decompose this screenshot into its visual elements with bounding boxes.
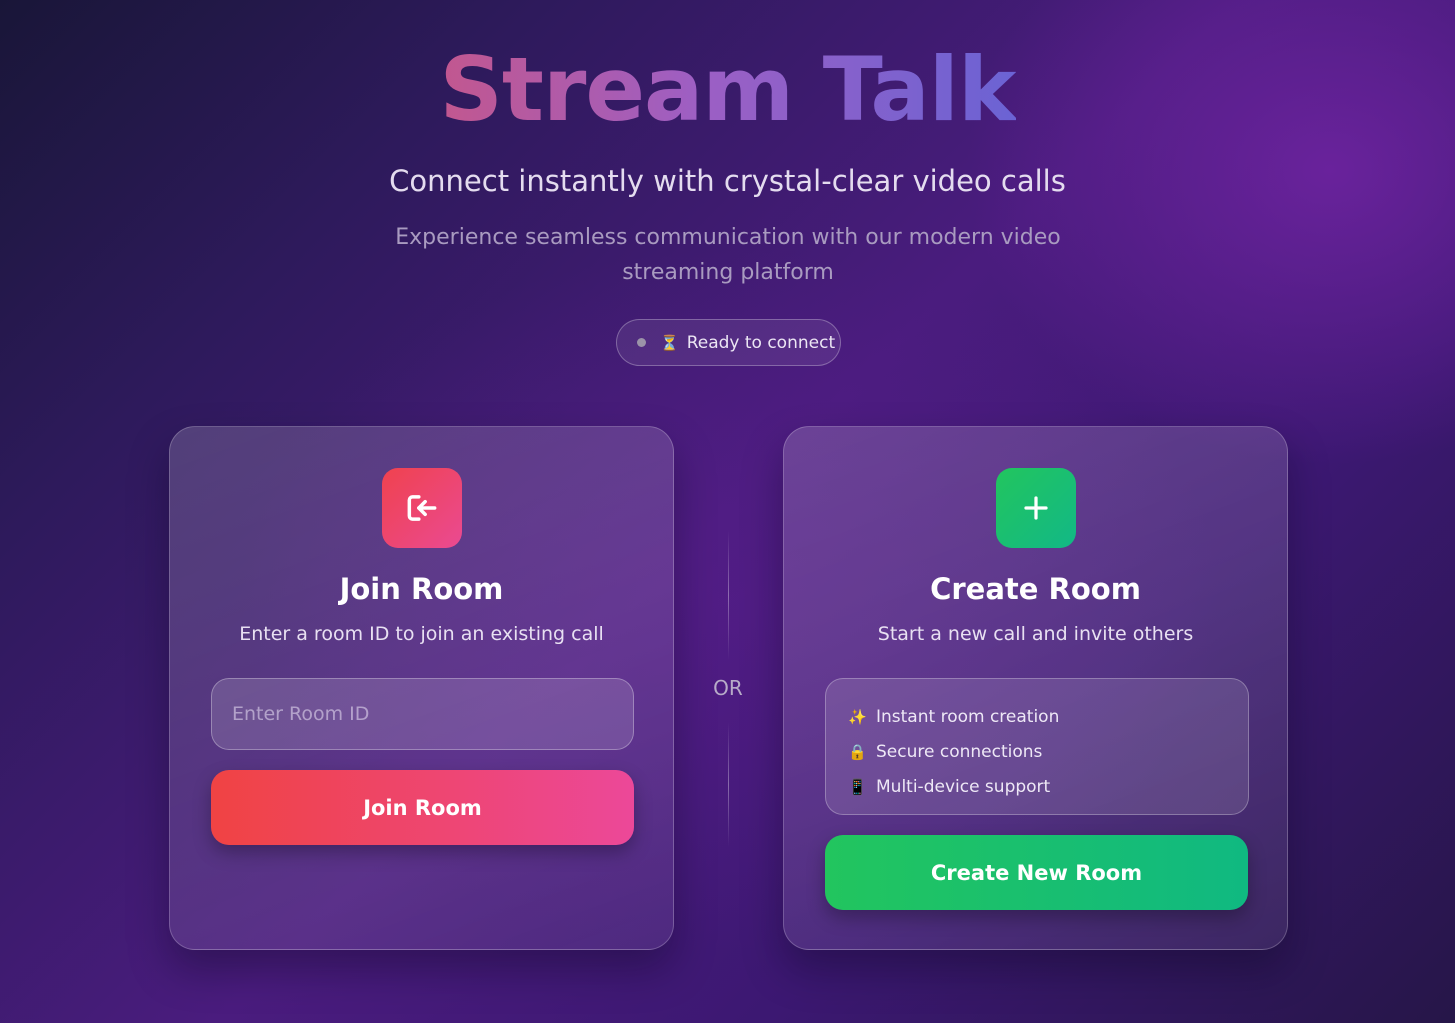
feature-label: Multi-device support xyxy=(876,776,1051,797)
create-room-subtitle: Start a new call and invite others xyxy=(877,623,1194,645)
join-room-subtitle: Enter a room ID to join an existing call xyxy=(239,623,604,645)
status-text: Ready to connect xyxy=(686,332,836,353)
or-divider-label: OR xyxy=(713,676,743,700)
app-subtitle: Connect instantly with crystal-clear vid… xyxy=(389,164,1066,198)
connection-status-badge: ⏳ Ready to connect xyxy=(616,319,841,366)
create-room-card: Create Room Start a new call and invite … xyxy=(783,426,1288,950)
join-room-title: Join Room xyxy=(339,572,504,606)
feature-item: ✨ Instant room creation xyxy=(848,699,1248,734)
enter-room-icon xyxy=(382,468,462,548)
divider-line-bottom xyxy=(728,722,729,847)
join-room-card: Join Room Enter a room ID to join an exi… xyxy=(169,426,674,950)
feature-item: 📱 Multi-device support xyxy=(848,769,1248,804)
divider-line-top xyxy=(728,530,729,660)
feature-item: 🔒 Secure connections xyxy=(848,734,1248,769)
create-room-title: Create Room xyxy=(930,572,1141,606)
app-title: Stream Talk xyxy=(439,38,1017,141)
room-id-input[interactable] xyxy=(211,678,634,750)
sparkles-icon: ✨ xyxy=(848,707,867,726)
create-new-room-button[interactable]: Create New Room xyxy=(825,835,1248,910)
status-dot-icon xyxy=(637,338,646,347)
feature-label: Instant room creation xyxy=(876,706,1060,727)
plus-icon xyxy=(996,468,1076,548)
feature-list: ✨ Instant room creation 🔒 Secure connect… xyxy=(825,678,1249,815)
mobile-devices-icon: 📱 xyxy=(848,777,867,796)
lock-icon: 🔒 xyxy=(848,742,867,761)
join-room-button[interactable]: Join Room xyxy=(211,770,634,845)
hourglass-icon: ⏳ xyxy=(660,333,679,352)
app-description: Experience seamless communication with o… xyxy=(395,225,1061,285)
feature-label: Secure connections xyxy=(876,741,1043,762)
